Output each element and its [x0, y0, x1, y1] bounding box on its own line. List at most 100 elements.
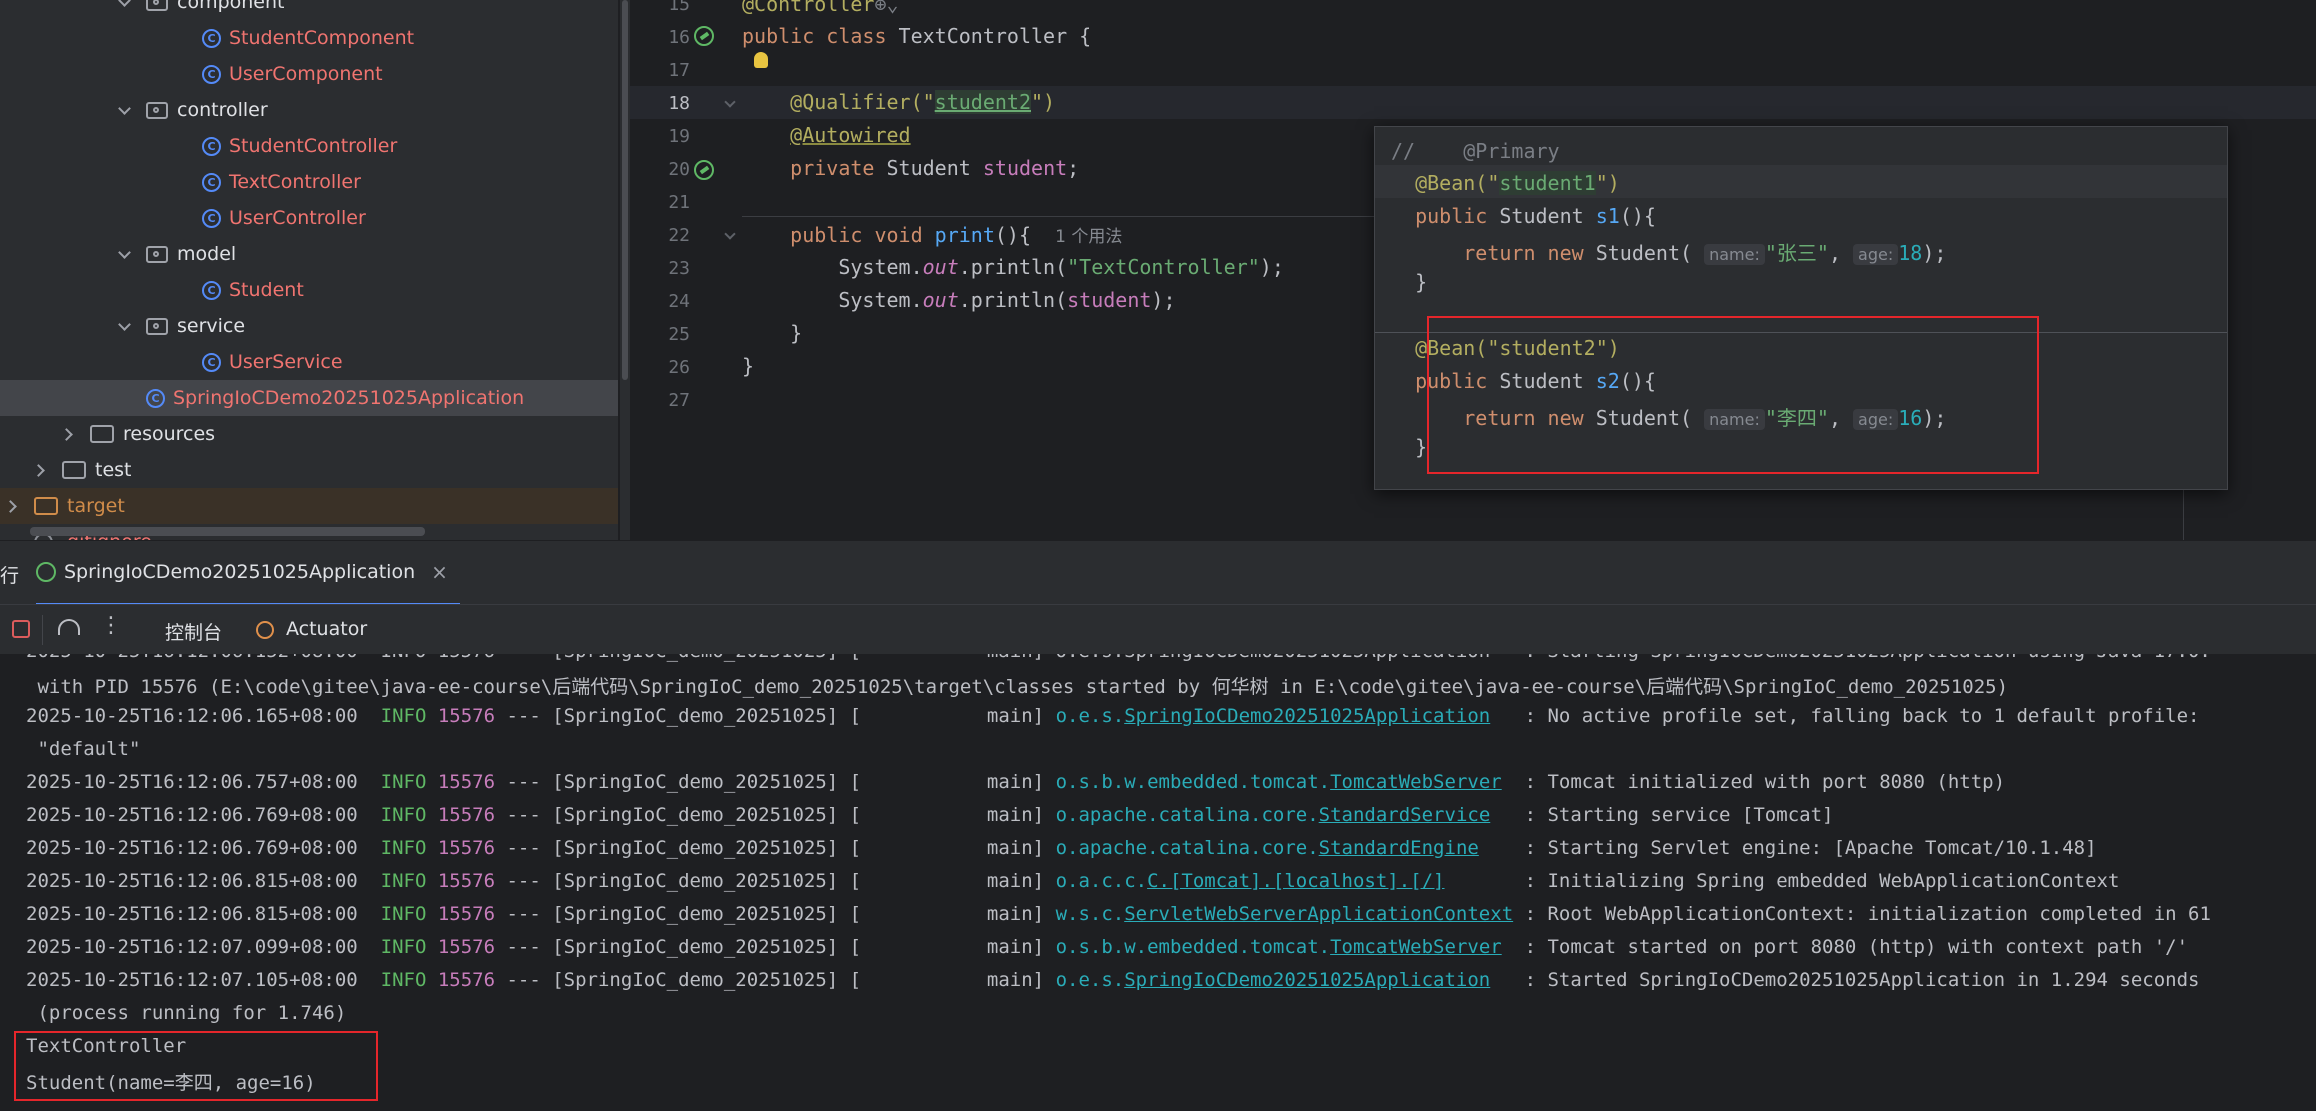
fold-chevron-icon[interactable] [724, 228, 736, 240]
log-pid: 15576 [437, 705, 496, 727]
tree-item[interactable]: C SpringIoCDemo20251025Application [0, 380, 618, 416]
class-icon: C [202, 28, 221, 48]
popup-line-bean1: @Bean("student1") [1415, 171, 1620, 195]
line-number: 25 [668, 324, 690, 345]
console-line-pid: with PID 15576 (E:\code\gitee\java-ee-co… [26, 676, 2009, 698]
gauge-icon[interactable] [58, 619, 80, 635]
close-icon[interactable]: × [431, 560, 448, 584]
log-logger-link[interactable]: TomcatWebServer [1330, 936, 1502, 958]
line-number: 22 [668, 225, 690, 246]
tree-item[interactable]: C UserService [0, 344, 618, 380]
tree-item[interactable]: C StudentComponent [0, 20, 618, 56]
highlight-box-output [14, 1031, 378, 1101]
chevron-right-icon[interactable] [34, 463, 48, 477]
folder-icon [62, 461, 86, 479]
log-padding [1490, 705, 1524, 727]
highlight-box-bean2 [1427, 316, 2039, 474]
tab-run-configuration[interactable]: SpringIoCDemo20251025Application × [36, 541, 460, 606]
log-thread: --- [SpringIoC_demo_20251025] [ main] [495, 969, 1056, 991]
code-line-16: public class TextController { [742, 24, 1092, 48]
log-level: INFO [380, 771, 427, 793]
log-message: : No active profile set, falling back to… [1524, 705, 2200, 727]
code-line-26: } [742, 354, 755, 378]
log-pid: 15576 [437, 969, 496, 991]
chevron-down-icon[interactable] [118, 247, 132, 261]
log-level: INFO [380, 837, 427, 859]
log-logger-prefix: o.s.b.w.embedded.tomcat. [1055, 936, 1331, 958]
line-number: 15 [668, 0, 690, 15]
log-message: : Starting service [Tomcat] [1524, 804, 1834, 826]
chevron-right-icon[interactable] [6, 499, 20, 513]
log-message: : Started SpringIoCDemo20251025Applicati… [1524, 969, 2200, 991]
log-padding [1490, 969, 1524, 991]
line-number: 27 [668, 390, 690, 411]
bean-gutter-icon[interactable] [694, 26, 714, 46]
tree-item[interactable]: C Student [0, 272, 618, 308]
class-icon: C [202, 280, 221, 300]
tree-item[interactable]: component [0, 0, 618, 20]
stop-icon[interactable] [12, 620, 30, 638]
class-icon: C [202, 208, 221, 228]
tree-item[interactable]: C UserController [0, 200, 618, 236]
log-padding [1479, 837, 1525, 859]
editor-right-margin [2183, 490, 2184, 540]
tree-item[interactable]: test [0, 452, 618, 488]
tree-item[interactable]: service [0, 308, 618, 344]
code-line-23: System.out.println("TextController"); [838, 255, 1284, 279]
tree-item[interactable]: controller [0, 92, 618, 128]
lightbulb-icon[interactable] [754, 52, 768, 68]
autowired-gutter-icon[interactable] [694, 160, 714, 180]
chevron-right-icon[interactable] [62, 427, 76, 441]
tree-item[interactable]: resources [0, 416, 618, 452]
tree-item[interactable]: C TextController [0, 164, 618, 200]
code-line-20: private Student student; [790, 156, 1080, 180]
log-logger-link[interactable]: SpringIoCDemo20251025Application [1124, 705, 1490, 727]
log-logger-link[interactable]: StandardService [1319, 804, 1491, 826]
log-thread: --- [SpringIoC_demo_20251025] [ main] [495, 804, 1056, 826]
code-line-15: @Controller⊕⌄ [742, 0, 899, 16]
tree-vertical-scrollbar[interactable] [620, 0, 630, 540]
tree-item[interactable]: C UserComponent [0, 56, 618, 92]
log-logger-prefix: o.e.s. [1055, 969, 1125, 991]
toolbar-separator [42, 615, 43, 645]
spring-boot-icon [36, 562, 56, 582]
log-message: : Root WebApplicationContext: initializa… [1524, 903, 2211, 925]
log-pid: 15576 [437, 936, 496, 958]
package-icon [146, 101, 168, 119]
log-thread: --- [SpringIoC_demo_20251025] [ main] [495, 903, 1056, 925]
console-log-line: 2025-10-25T16:12:06.769+08:00 INFO 15576… [26, 804, 1833, 826]
code-line-22: public void print(){ 1 个用法 [790, 223, 1123, 247]
tree-item-label: target [67, 495, 125, 517]
log-logger-link[interactable]: SpringIoCDemo20251025Application [1124, 969, 1490, 991]
log-logger-link[interactable]: TomcatWebServer [1330, 771, 1502, 793]
log-padding [1445, 870, 1525, 892]
tab-console[interactable]: 控制台 [165, 618, 222, 645]
log-timestamp: 2025-10-25T16:12:06.165+08:00 [26, 705, 358, 727]
chevron-down-icon[interactable] [118, 103, 132, 117]
tree-horizontal-scrollbar[interactable] [30, 527, 425, 536]
log-timestamp: 2025-10-25T16:12:06.769+08:00 [26, 837, 358, 859]
console-log-line: 2025-10-25T16:12:06.757+08:00 INFO 15576… [26, 771, 2005, 793]
log-logger-link[interactable]: StandardEngine [1319, 837, 1479, 859]
console-continuation-line: "default" [26, 738, 141, 760]
tree-item[interactable]: C StudentController [0, 128, 618, 164]
log-padding [1502, 936, 1525, 958]
tab-actuator[interactable]: Actuator [286, 618, 367, 640]
class-icon: C [202, 172, 221, 192]
console-log-line: 2025-10-25T16:12:07.105+08:00 INFO 15576… [26, 969, 2199, 991]
chevron-down-icon[interactable] [118, 319, 132, 333]
tree-item[interactable]: target [0, 488, 618, 524]
tree-item-label: UserComponent [229, 63, 383, 85]
more-options-icon[interactable]: ⋮ [100, 613, 122, 638]
console-log-line: 2025-10-25T16:12:06.165+08:00 INFO 15576… [26, 705, 2199, 727]
console-log-line: 2025-10-25T16:12:06.815+08:00 INFO 15576… [26, 870, 2119, 892]
log-pid: 15576 [437, 804, 496, 826]
log-logger-link[interactable]: C.[Tomcat].[localhost].[/] [1147, 870, 1444, 892]
tree-item[interactable]: model [0, 236, 618, 272]
log-message: : Starting Servlet engine: [Apache Tomca… [1524, 837, 2097, 859]
tree-item-label: Student [229, 279, 304, 301]
chevron-down-icon[interactable] [118, 0, 132, 9]
tree-item-label: component [177, 0, 285, 13]
tree-item-label: controller [177, 99, 268, 121]
log-logger-link[interactable]: ServletWebServerApplicationContext [1124, 903, 1513, 925]
